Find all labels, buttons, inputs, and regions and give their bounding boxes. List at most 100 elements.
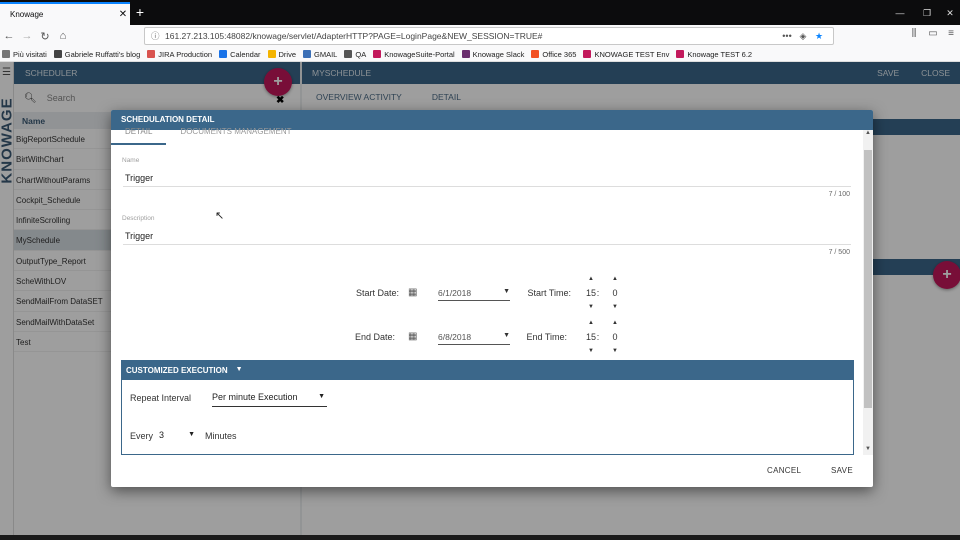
bookmark-label: QA <box>355 49 367 59</box>
bookmark-item[interactable]: Office 365 <box>531 50 576 59</box>
bookmark-label: Più visitati <box>13 49 47 59</box>
end-minute-input[interactable]: 0 <box>608 332 622 342</box>
description-underline <box>123 244 851 245</box>
scroll-up-icon[interactable]: ▲ <box>863 130 873 136</box>
bookmark-item[interactable]: Drive <box>267 49 297 59</box>
bookmark-item[interactable]: KNOWAGE TEST Env <box>583 50 669 59</box>
sidebar-icon[interactable]: ▭ <box>925 28 941 39</box>
maximize-icon[interactable]: ❐ <box>917 5 937 21</box>
end-hour-up-icon[interactable]: ▲ <box>584 320 598 326</box>
bookmark-star-icon[interactable]: ★ <box>811 31 827 42</box>
bookmark-icon <box>676 50 685 58</box>
dialog-body: Name Trigger 7 / 100 Description Trigger… <box>111 145 863 455</box>
url-text[interactable]: 161.27.213.105:48082/knowage/servlet/Ada… <box>165 31 779 41</box>
bookmark-icon <box>461 50 470 58</box>
bookmark-label: KNOWAGE TEST Env <box>594 49 670 59</box>
new-tab-button[interactable]: + <box>132 4 148 22</box>
schedulation-detail-dialog: SCHEDULATION DETAIL DETAIL DOCUMENTS MAN… <box>111 110 873 487</box>
tab-close-icon[interactable]: ✕ <box>116 9 130 20</box>
customized-execution-header[interactable]: CUSTOMIZED EXECUTION ▼ <box>122 361 853 380</box>
bookmark-label: Calendar <box>230 49 261 59</box>
bookmark-label: JIRA Production <box>158 49 213 59</box>
dialog-footer: CANCEL SAVE <box>111 455 873 487</box>
bookmark-label: KnowageSuite-Portal <box>384 49 455 59</box>
bookmark-icon <box>267 50 276 58</box>
bookmark-item[interactable]: KnowageSuite-Portal <box>373 49 455 59</box>
bookmarks-bar: Più visitati Gabriele Ruffatti's blog JIRA… <box>0 47 960 62</box>
chevron-down-icon[interactable]: ▼ <box>188 431 195 438</box>
start-date-input[interactable]: 6/1/2018 ▼ <box>438 287 510 301</box>
window-close-icon[interactable]: ✕ <box>940 5 960 21</box>
save-button[interactable]: SAVE <box>831 466 853 475</box>
bookmark-item[interactable]: Knowage TEST 6.2 <box>676 50 752 59</box>
bookmark-item[interactable]: QA <box>344 50 366 59</box>
home-icon[interactable]: ⌂ <box>54 30 72 42</box>
every-select[interactable]: 3 ▼ <box>159 429 197 445</box>
bookmark-icon <box>373 50 382 58</box>
repeat-interval-value: Per minute Execution <box>212 392 298 402</box>
end-date-label: End Date: <box>354 332 395 342</box>
dialog-tabs: DETAIL DOCUMENTS MANAGEMENT <box>111 128 873 145</box>
description-label: Description <box>122 215 155 222</box>
site-info-icon[interactable]: ⓘ <box>151 30 165 42</box>
browser-navbar: ← → ↻ ⌂ ⓘ 161.27.213.105:48082/knowage/s… <box>0 25 960 47</box>
mouse-cursor-icon: ↖ <box>215 210 225 222</box>
start-minute-up-icon[interactable]: ▲ <box>608 276 622 282</box>
repeat-interval-select[interactable]: Per minute Execution ▼ <box>212 391 327 407</box>
bookmark-icon <box>147 50 156 58</box>
bookmark-icon <box>531 50 540 58</box>
bookmark-item[interactable]: Gabriele Ruffatti's blog <box>53 50 140 59</box>
pocket-icon[interactable]: ◈ <box>795 31 811 42</box>
end-minute-down-icon[interactable]: ▼ <box>608 348 622 354</box>
menu-icon[interactable]: ≡ <box>943 28 959 39</box>
bookmark-item[interactable]: Più visitati <box>2 50 47 59</box>
bookmark-label: Knowage Slack <box>472 49 525 59</box>
more-icon[interactable]: ••• <box>779 31 795 41</box>
calendar-icon[interactable]: ▦ <box>408 287 419 298</box>
bookmark-icon <box>2 50 10 58</box>
bookmark-item[interactable]: Knowage Slack <box>461 49 525 59</box>
bookmark-label: Knowage TEST 6.2 <box>687 49 753 59</box>
bookmark-item[interactable]: Calendar <box>219 49 261 59</box>
os-taskbar <box>0 535 960 540</box>
chevron-down-icon[interactable]: ▼ <box>236 366 243 380</box>
customized-execution-title: CUSTOMIZED EXECUTION <box>126 366 228 375</box>
cancel-button[interactable]: CANCEL <box>767 466 801 475</box>
start-date-label: Start Date: <box>355 288 399 298</box>
back-icon[interactable]: ← <box>0 30 18 42</box>
end-time-label: End Time: <box>526 332 567 342</box>
start-time-label: Start Time: <box>527 288 571 298</box>
scrollbar-thumb[interactable] <box>864 150 872 408</box>
reload-icon[interactable]: ↻ <box>36 30 54 43</box>
bookmark-icon <box>344 50 353 58</box>
browser-titlebar: Knowage ✕ + — ❐ ✕ <box>0 0 960 25</box>
start-minute-down-icon[interactable]: ▼ <box>608 304 622 310</box>
browser-tab[interactable]: Knowage ✕ <box>0 2 130 25</box>
bookmark-item[interactable]: JIRA Production <box>147 50 212 59</box>
start-minute-input[interactable]: 0 <box>608 288 622 298</box>
url-bar[interactable]: ⓘ 161.27.213.105:48082/knowage/servlet/A… <box>144 27 834 45</box>
end-date-value: 6/8/2018 <box>438 332 472 342</box>
repeat-interval-label: Repeat Interval <box>130 393 192 403</box>
dialog-scrollbar[interactable]: ▲ ▼ <box>863 130 873 455</box>
name-input[interactable]: Trigger <box>125 173 153 183</box>
bookmark-icon <box>303 50 312 58</box>
bookmark-item[interactable]: GMAIL <box>303 50 337 59</box>
end-minute-up-icon[interactable]: ▲ <box>608 320 622 326</box>
start-hour-down-icon[interactable]: ▼ <box>584 304 598 310</box>
calendar-icon[interactable]: ▦ <box>408 331 419 342</box>
chevron-down-icon[interactable]: ▼ <box>318 393 325 400</box>
forward-icon[interactable]: → <box>18 30 36 42</box>
library-icon[interactable]: ⫼ <box>906 28 922 39</box>
start-hour-up-icon[interactable]: ▲ <box>584 276 598 282</box>
bookmark-icon <box>219 50 228 58</box>
bookmark-label: Drive <box>278 49 297 59</box>
tab-dialog-detail[interactable]: DETAIL <box>111 128 167 145</box>
tab-documents-management[interactable]: DOCUMENTS MANAGEMENT <box>166 128 305 145</box>
time-separator: : <box>596 288 600 298</box>
end-hour-down-icon[interactable]: ▼ <box>584 348 598 354</box>
minutes-label: Minutes <box>205 431 237 441</box>
scroll-down-icon[interactable]: ▼ <box>863 446 873 452</box>
minimize-icon[interactable]: — <box>890 5 910 21</box>
description-input[interactable]: Trigger <box>125 231 153 241</box>
